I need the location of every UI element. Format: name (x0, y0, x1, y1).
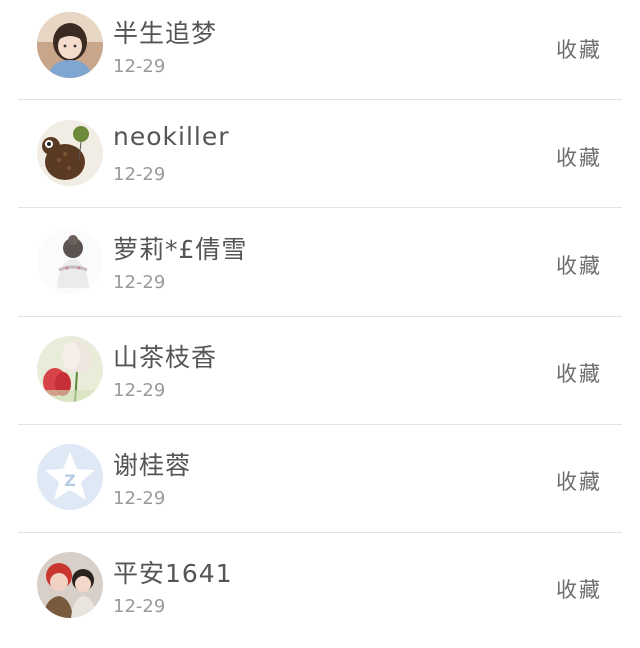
user-name: 平安1641 (113, 559, 233, 588)
coffee-bear-icon (37, 120, 103, 186)
user-name: 山茶枝香 (113, 343, 218, 372)
list-item[interactable]: Z 谢桂蓉 12-29 收藏 (0, 432, 640, 540)
divider (18, 532, 622, 533)
favorite-button[interactable]: 收藏 (556, 358, 602, 388)
post-date: 12-29 (113, 380, 166, 401)
avatar[interactable] (37, 228, 103, 294)
favorite-button[interactable]: 收藏 (556, 250, 602, 280)
tulip-flowers-icon (37, 336, 103, 402)
favorite-button[interactable]: 收藏 (556, 466, 602, 496)
user-name: 半生追梦 (113, 19, 218, 48)
post-date: 12-29 (113, 56, 166, 77)
girl-back-sketch-icon (37, 228, 103, 294)
avatar[interactable] (37, 336, 103, 402)
list-item[interactable]: 平安1641 12-29 收藏 (0, 540, 640, 648)
list-item[interactable]: neokiller 12-29 收藏 (0, 108, 640, 216)
post-date: 12-29 (113, 488, 166, 509)
favorite-button[interactable]: 收藏 (556, 574, 602, 604)
avatar[interactable] (37, 12, 103, 78)
user-name: 萝莉*£倩雪 (113, 235, 248, 264)
avatar[interactable] (37, 552, 103, 618)
avatar[interactable] (37, 120, 103, 186)
user-name: 谢桂蓉 (113, 451, 192, 480)
list-item[interactable]: 萝莉*£倩雪 12-29 收藏 (0, 216, 640, 324)
user-name: neokiller (113, 122, 230, 151)
favorite-button[interactable]: 收藏 (556, 142, 602, 172)
post-date: 12-29 (113, 272, 166, 293)
list-item[interactable]: 半生追梦 12-29 收藏 (0, 0, 640, 108)
divider (18, 424, 622, 425)
qzone-star-icon: Z (37, 444, 103, 510)
post-date: 12-29 (113, 164, 166, 185)
divider (18, 207, 622, 208)
list-item[interactable]: 山茶枝香 12-29 收藏 (0, 324, 640, 432)
avatar[interactable]: Z (37, 444, 103, 510)
divider (18, 316, 622, 317)
girl-portrait-icon (37, 12, 103, 78)
svg-text:Z: Z (64, 471, 76, 490)
favorite-button[interactable]: 收藏 (556, 34, 602, 64)
post-date: 12-29 (113, 596, 166, 617)
kids-photo-icon (37, 552, 103, 618)
divider (18, 99, 622, 100)
